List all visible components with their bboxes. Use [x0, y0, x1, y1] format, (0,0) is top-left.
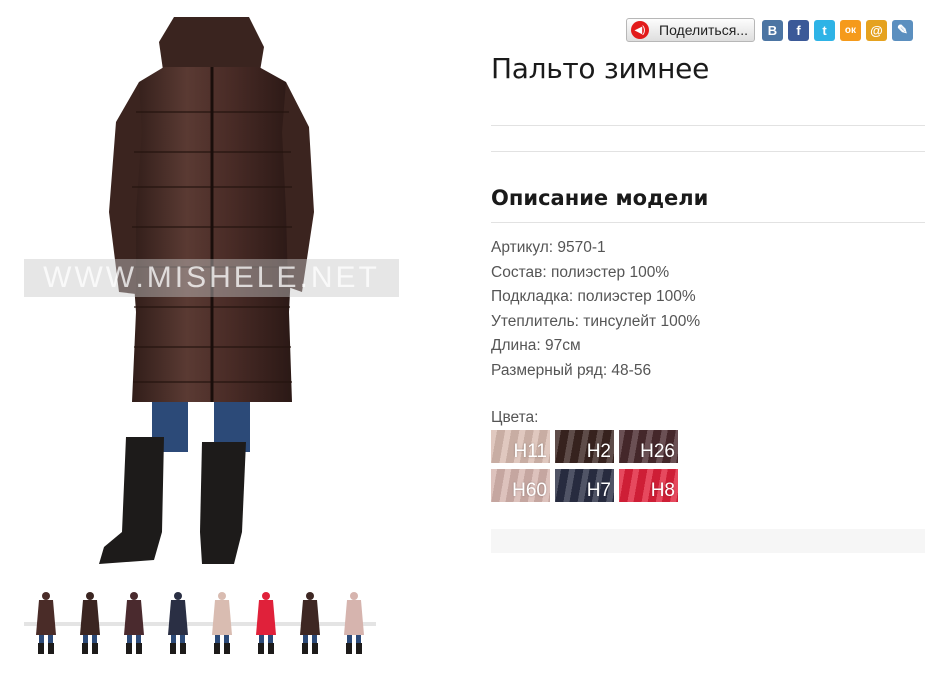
- odnoklassniki-icon[interactable]: ок: [839, 19, 861, 41]
- bottom-panel: [491, 529, 925, 553]
- thumb-coat-figure: [168, 592, 188, 654]
- swatch-code: H60: [512, 480, 547, 501]
- livejournal-icon[interactable]: ✎: [891, 19, 913, 41]
- thumb-coat-figure: [212, 592, 232, 654]
- thumb-coat-figure: [344, 592, 364, 654]
- divider: [491, 222, 925, 223]
- spec-article: Артикул: 9570-1: [491, 239, 606, 256]
- thumb-coat-figure: [124, 592, 144, 654]
- thumb-1[interactable]: [24, 588, 68, 658]
- watermark: WWW.MISHELE.NET: [24, 259, 399, 297]
- speaker-icon: ◀): [631, 21, 649, 39]
- thumb-3[interactable]: [112, 588, 156, 658]
- twitter-icon[interactable]: t: [813, 19, 835, 41]
- color-swatch-h7[interactable]: H7: [555, 469, 614, 502]
- product-main-image[interactable]: WWW.MISHELE.NET: [24, 12, 400, 577]
- spec-length: Длина: 97см: [491, 337, 581, 355]
- share-button[interactable]: ◀) Поделиться...: [626, 18, 755, 42]
- thumb-coat-figure: [36, 592, 56, 654]
- thumb-coat-figure: [80, 592, 100, 654]
- thumb-coat-figure: [256, 592, 276, 654]
- spec-lining: Подкладка: полиэстер 100%: [491, 288, 696, 306]
- color-swatches: H11 H2 H26 H60 H7 H8: [491, 430, 683, 508]
- divider: [491, 151, 925, 152]
- mailru-icon[interactable]: @: [865, 19, 887, 41]
- spec-insulation: Утеплитель: тинсулейт 100%: [491, 312, 701, 330]
- swatch-code: H2: [586, 441, 611, 462]
- product-title: Пальто зимнее: [491, 52, 710, 85]
- swatch-code: H7: [586, 480, 611, 501]
- vkontakte-icon[interactable]: В: [761, 19, 783, 41]
- color-swatch-h26[interactable]: H26: [619, 430, 678, 463]
- thumb-5[interactable]: [200, 588, 244, 658]
- share-button-label: Поделиться...: [659, 22, 748, 38]
- spec-composition: Состав: полиэстер 100%: [491, 263, 670, 281]
- thumb-7[interactable]: [288, 588, 332, 658]
- facebook-icon[interactable]: f: [787, 19, 809, 41]
- spec-list: Артикул: 9570-1 Состав: полиэстер 100% П…: [491, 237, 700, 385]
- color-swatch-h8[interactable]: H8: [619, 469, 678, 502]
- thumb-6[interactable]: [244, 588, 288, 658]
- swatch-code: H8: [650, 480, 675, 501]
- thumb-2[interactable]: [68, 588, 112, 658]
- share-bar: ◀) Поделиться... Вf t ок @ ✎: [626, 17, 918, 43]
- color-swatch-h60[interactable]: H60: [491, 469, 550, 502]
- thumbnail-strip: [24, 588, 376, 660]
- colors-label: Цвета:: [491, 409, 539, 426]
- thumb-8[interactable]: [332, 588, 376, 658]
- spec-size-range: Размерный ряд: 48-56: [491, 361, 652, 379]
- swatch-code: H11: [513, 441, 547, 462]
- color-swatch-h2[interactable]: H2: [555, 430, 614, 463]
- color-swatch-h11[interactable]: H11: [491, 430, 550, 463]
- thumb-coat-figure: [300, 592, 320, 654]
- social-icons: Вf t ок @ ✎: [761, 19, 918, 41]
- swatch-code: H26: [640, 441, 675, 462]
- divider: [491, 125, 925, 126]
- description-heading: Описание модели: [491, 186, 709, 210]
- thumb-4[interactable]: [156, 588, 200, 658]
